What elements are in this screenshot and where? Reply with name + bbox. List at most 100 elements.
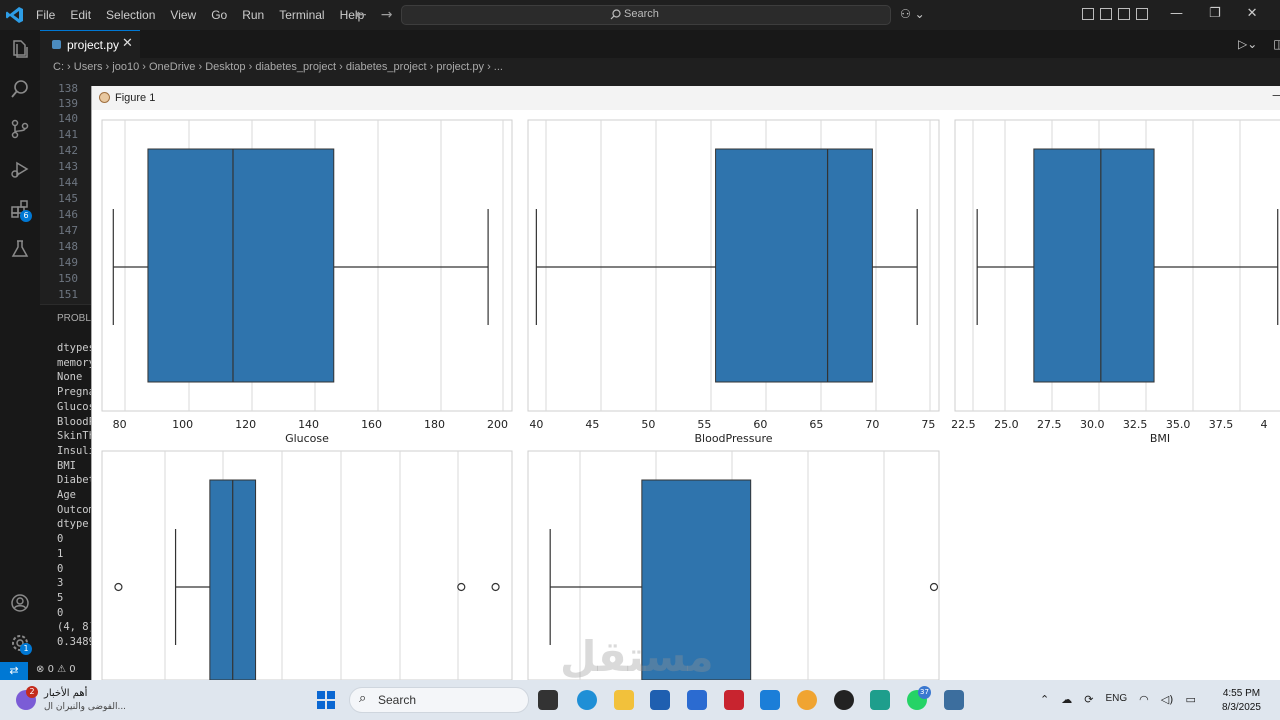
taskbar: 2 أهم الأخبار الفوضى والنيران ال... ⌕ Se… <box>0 680 1280 720</box>
toggle-secondary-sidebar-icon[interactable] <box>1136 8 1148 20</box>
whatsapp-badge: 37 <box>918 686 931 699</box>
tab-project-py[interactable]: project.py ✕ <box>40 30 140 58</box>
terminal-line: None <box>57 371 83 384</box>
terminal-line: BMI <box>57 459 76 472</box>
battery-icon[interactable]: ▭ <box>1185 693 1195 706</box>
problems-status[interactable]: ⊗ 0 ⚠ 0 <box>36 664 76 675</box>
source-control-icon[interactable] <box>9 118 31 140</box>
remote-indicator-icon[interactable]: ⇄ <box>0 662 28 680</box>
app-icon[interactable] <box>797 690 817 710</box>
tick-label: 160 <box>361 418 382 431</box>
close-tab-icon[interactable]: ✕ <box>122 36 133 51</box>
chevron-up-icon[interactable]: ⌃ <box>1040 693 1049 706</box>
extensions-badge: 6 <box>20 210 32 222</box>
watermark: مستقل <box>560 632 714 681</box>
maximize-icon[interactable]: ❐ <box>1209 6 1221 21</box>
taskbar-search[interactable]: ⌕ Search <box>349 687 529 713</box>
line-number: 151 <box>58 288 78 301</box>
run-python-file-icon[interactable]: ▷⌄ <box>1238 37 1257 51</box>
tick-label: 180 <box>424 418 445 431</box>
tick-label: 40 <box>529 418 543 431</box>
system-tray: ⌃ ☁ ⟳ ENG ◠ ◁) ▭ <box>1040 693 1196 706</box>
line-number: 139 <box>58 97 78 110</box>
menu-file[interactable]: File <box>36 8 55 22</box>
toggle-sidebar-icon[interactable] <box>1100 8 1112 20</box>
terminal-line: 0.3489 <box>57 636 95 648</box>
line-number: 141 <box>58 128 78 141</box>
wifi-icon[interactable]: ◠ <box>1139 693 1149 706</box>
terminal-line: dtype: <box>57 518 95 531</box>
visual-studio-icon[interactable] <box>687 690 707 710</box>
terminal-line: 3 <box>57 577 64 590</box>
terminal-line: 0 <box>57 606 64 619</box>
axis-label: Glucose <box>285 432 329 445</box>
app-icon[interactable] <box>870 690 890 710</box>
editor-actions: ▷⌄ ◫ ⋯ <box>1238 37 1280 51</box>
search-icon[interactable] <box>9 78 31 100</box>
menu-run[interactable]: Run <box>242 8 264 22</box>
search-label: Search <box>624 8 659 20</box>
menu-selection[interactable]: Selection <box>106 8 155 22</box>
python-file-icon <box>52 40 61 49</box>
tick-label: 30.0 <box>1080 418 1105 431</box>
menu-view[interactable]: View <box>170 8 196 22</box>
figure-title: Figure 1 <box>115 92 156 104</box>
terminal-line: Pregna <box>57 386 95 399</box>
boxplot-canvas: 80 100 120 140 160 180 200 Glucose 40 45 50 55 60 65 7… <box>101 119 1280 680</box>
split-editor-icon[interactable]: ◫ <box>1273 37 1280 51</box>
time: 4:55 PM <box>1222 688 1261 699</box>
forward-arrow-icon[interactable]: → <box>381 7 393 23</box>
terminal-line: (4, 8) <box>57 621 95 634</box>
file-explorer-icon[interactable] <box>614 690 634 710</box>
windows-start-icon[interactable] <box>317 691 335 709</box>
edge-icon[interactable] <box>577 690 597 710</box>
tab-label: project.py <box>67 38 120 52</box>
python-figure-icon[interactable] <box>944 690 964 710</box>
volume-icon[interactable]: ◁) <box>1161 693 1174 706</box>
task-view-icon[interactable] <box>538 690 558 710</box>
line-number: 146 <box>58 208 78 221</box>
chatgpt-icon[interactable] <box>834 690 854 710</box>
tick-label: 37.5 <box>1209 418 1234 431</box>
layout-customize-icon[interactable] <box>1082 8 1094 20</box>
command-center-search[interactable]: Search <box>401 5 891 25</box>
explorer-icon[interactable] <box>9 38 31 60</box>
breadcrumb-path[interactable]: C: › Users › joo10 › OneDrive › Desktop … <box>53 61 503 73</box>
toggle-panel-icon[interactable] <box>1118 8 1130 20</box>
menu-terminal[interactable]: Terminal <box>279 8 324 22</box>
vscode-logo-icon[interactable] <box>6 6 24 24</box>
run-debug-icon[interactable] <box>9 158 31 180</box>
plot-frame <box>101 450 513 680</box>
menu-edit[interactable]: Edit <box>70 8 91 22</box>
line-number: 149 <box>58 256 78 269</box>
line-number: 145 <box>58 192 78 205</box>
clock[interactable]: 4:55 PM 8/3/2025 <box>1222 687 1261 715</box>
news-widget[interactable]: 2 أهم الأخبار الفوضى والنيران ال... <box>14 684 144 716</box>
sync-icon[interactable]: ⟳ <box>1084 693 1093 706</box>
testing-icon[interactable] <box>9 238 31 260</box>
menu-go[interactable]: Go <box>211 8 227 22</box>
terminal-line: 0 <box>57 562 64 575</box>
settings-badge: 1 <box>20 643 32 655</box>
terminal-line: BloodP <box>57 415 95 428</box>
onedrive-icon[interactable]: ☁ <box>1061 693 1072 706</box>
close-icon[interactable]: ✕ <box>1247 6 1258 21</box>
vscode-taskbar-icon[interactable] <box>760 690 780 710</box>
back-arrow-icon[interactable]: ← <box>355 7 367 23</box>
antivirus-icon[interactable] <box>724 690 744 710</box>
figure-title-bar: Figure 1 — <box>92 86 1280 110</box>
line-number: 150 <box>58 272 78 285</box>
language-indicator[interactable]: ENG <box>1105 693 1127 706</box>
nav-arrows: ← → <box>355 7 392 23</box>
account-icon[interactable] <box>9 592 31 614</box>
terminal-line: Insuli <box>57 444 95 457</box>
store-icon[interactable] <box>650 690 670 710</box>
terminal-line: Diabet <box>57 474 95 487</box>
minimize-icon[interactable]: — <box>1170 6 1183 21</box>
axis-label: BloodPressure <box>694 432 772 445</box>
tick-label: 4 <box>1260 418 1267 431</box>
minimize-icon[interactable]: — <box>1272 88 1280 102</box>
line-number: 138 <box>58 82 78 95</box>
copilot-icon[interactable]: ⚇ ⌄ <box>900 7 925 21</box>
tick-label: 120 <box>235 418 256 431</box>
